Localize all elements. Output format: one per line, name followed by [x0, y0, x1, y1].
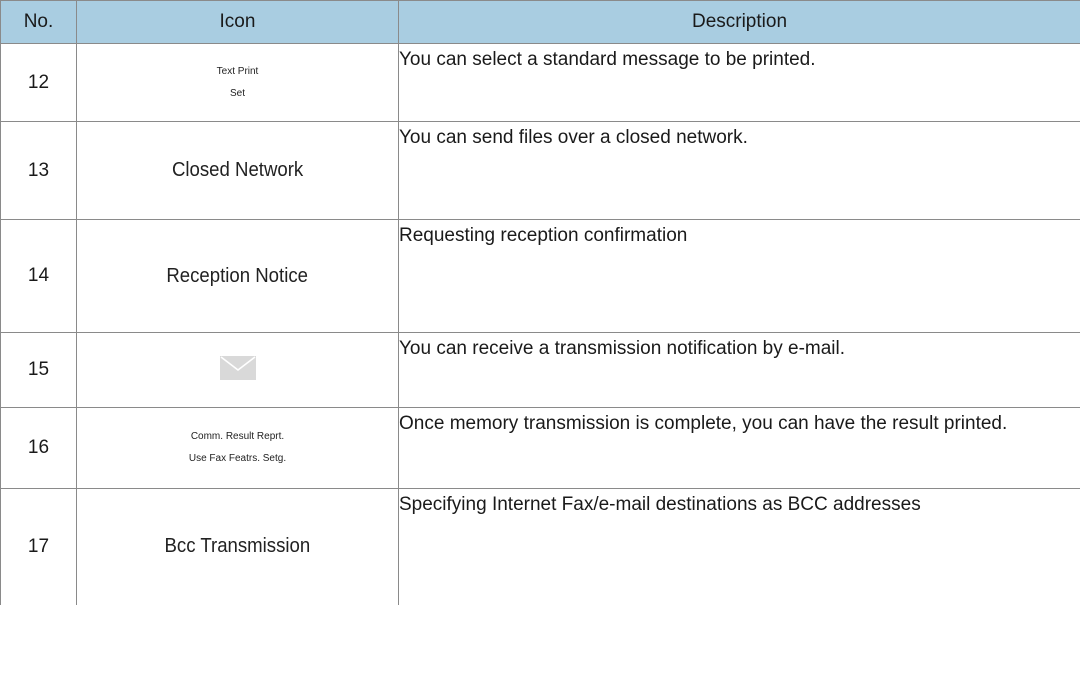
table-row: 13 Closed Network You can send files ove… [0, 121, 1080, 220]
table-row: 15 You can receive a transmission notifi… [0, 332, 1080, 408]
icon-label: Bcc Transmission [164, 535, 311, 558]
row-description: Requesting reception confirmation [398, 219, 1080, 333]
header-icon: Icon [76, 0, 399, 44]
reception-notice-icon: Reception Notice [76, 219, 399, 333]
row-number: 12 [0, 43, 77, 122]
header-description: Description [398, 0, 1080, 44]
envelope-icon [219, 355, 256, 380]
icon-label-line: Text Print [216, 65, 259, 77]
bcc-transmission-icon: Bcc Transmission [76, 488, 399, 605]
row-description: You can send files over a closed network… [398, 121, 1080, 220]
row-number: 15 [0, 332, 77, 408]
icon-label: Closed Network [171, 159, 304, 181]
table-row: 16 Comm. Result Reprt. Use Fax Featrs. S… [0, 407, 1080, 489]
icon-description-table: No. Icon Description 12 Text Print Set Y… [0, 0, 1080, 605]
text-print-set-icon: Text Print Set [76, 43, 399, 122]
table-row: 12 Text Print Set You can select a stand… [0, 43, 1080, 122]
row-description: Once memory transmission is complete, yo… [398, 407, 1080, 489]
row-number: 16 [0, 407, 77, 489]
row-description: You can select a standard message to be … [398, 43, 1080, 122]
table-row: 14 Reception Notice Requesting reception… [0, 219, 1080, 333]
icon-label-line: Set [229, 87, 245, 99]
row-description: Specifying Internet Fax/e-mail destinati… [398, 488, 1080, 605]
icon-label-line: Use Fax Featrs. Setg. [188, 453, 287, 464]
header-row: No. Icon Description [0, 0, 1080, 44]
header-no: No. [0, 0, 77, 44]
table-row: 17 Bcc Transmission Specifying Internet … [0, 488, 1080, 605]
icon-label: Reception Notice [166, 264, 309, 287]
row-number: 13 [0, 121, 77, 220]
row-description: You can receive a transmission notificat… [398, 332, 1080, 408]
row-number: 17 [0, 488, 77, 605]
closed-network-icon: Closed Network [76, 121, 399, 220]
comm-result-report-icon: Comm. Result Reprt. Use Fax Featrs. Setg… [76, 407, 399, 489]
icon-label-line: Comm. Result Reprt. [190, 431, 285, 442]
row-number: 14 [0, 219, 77, 333]
